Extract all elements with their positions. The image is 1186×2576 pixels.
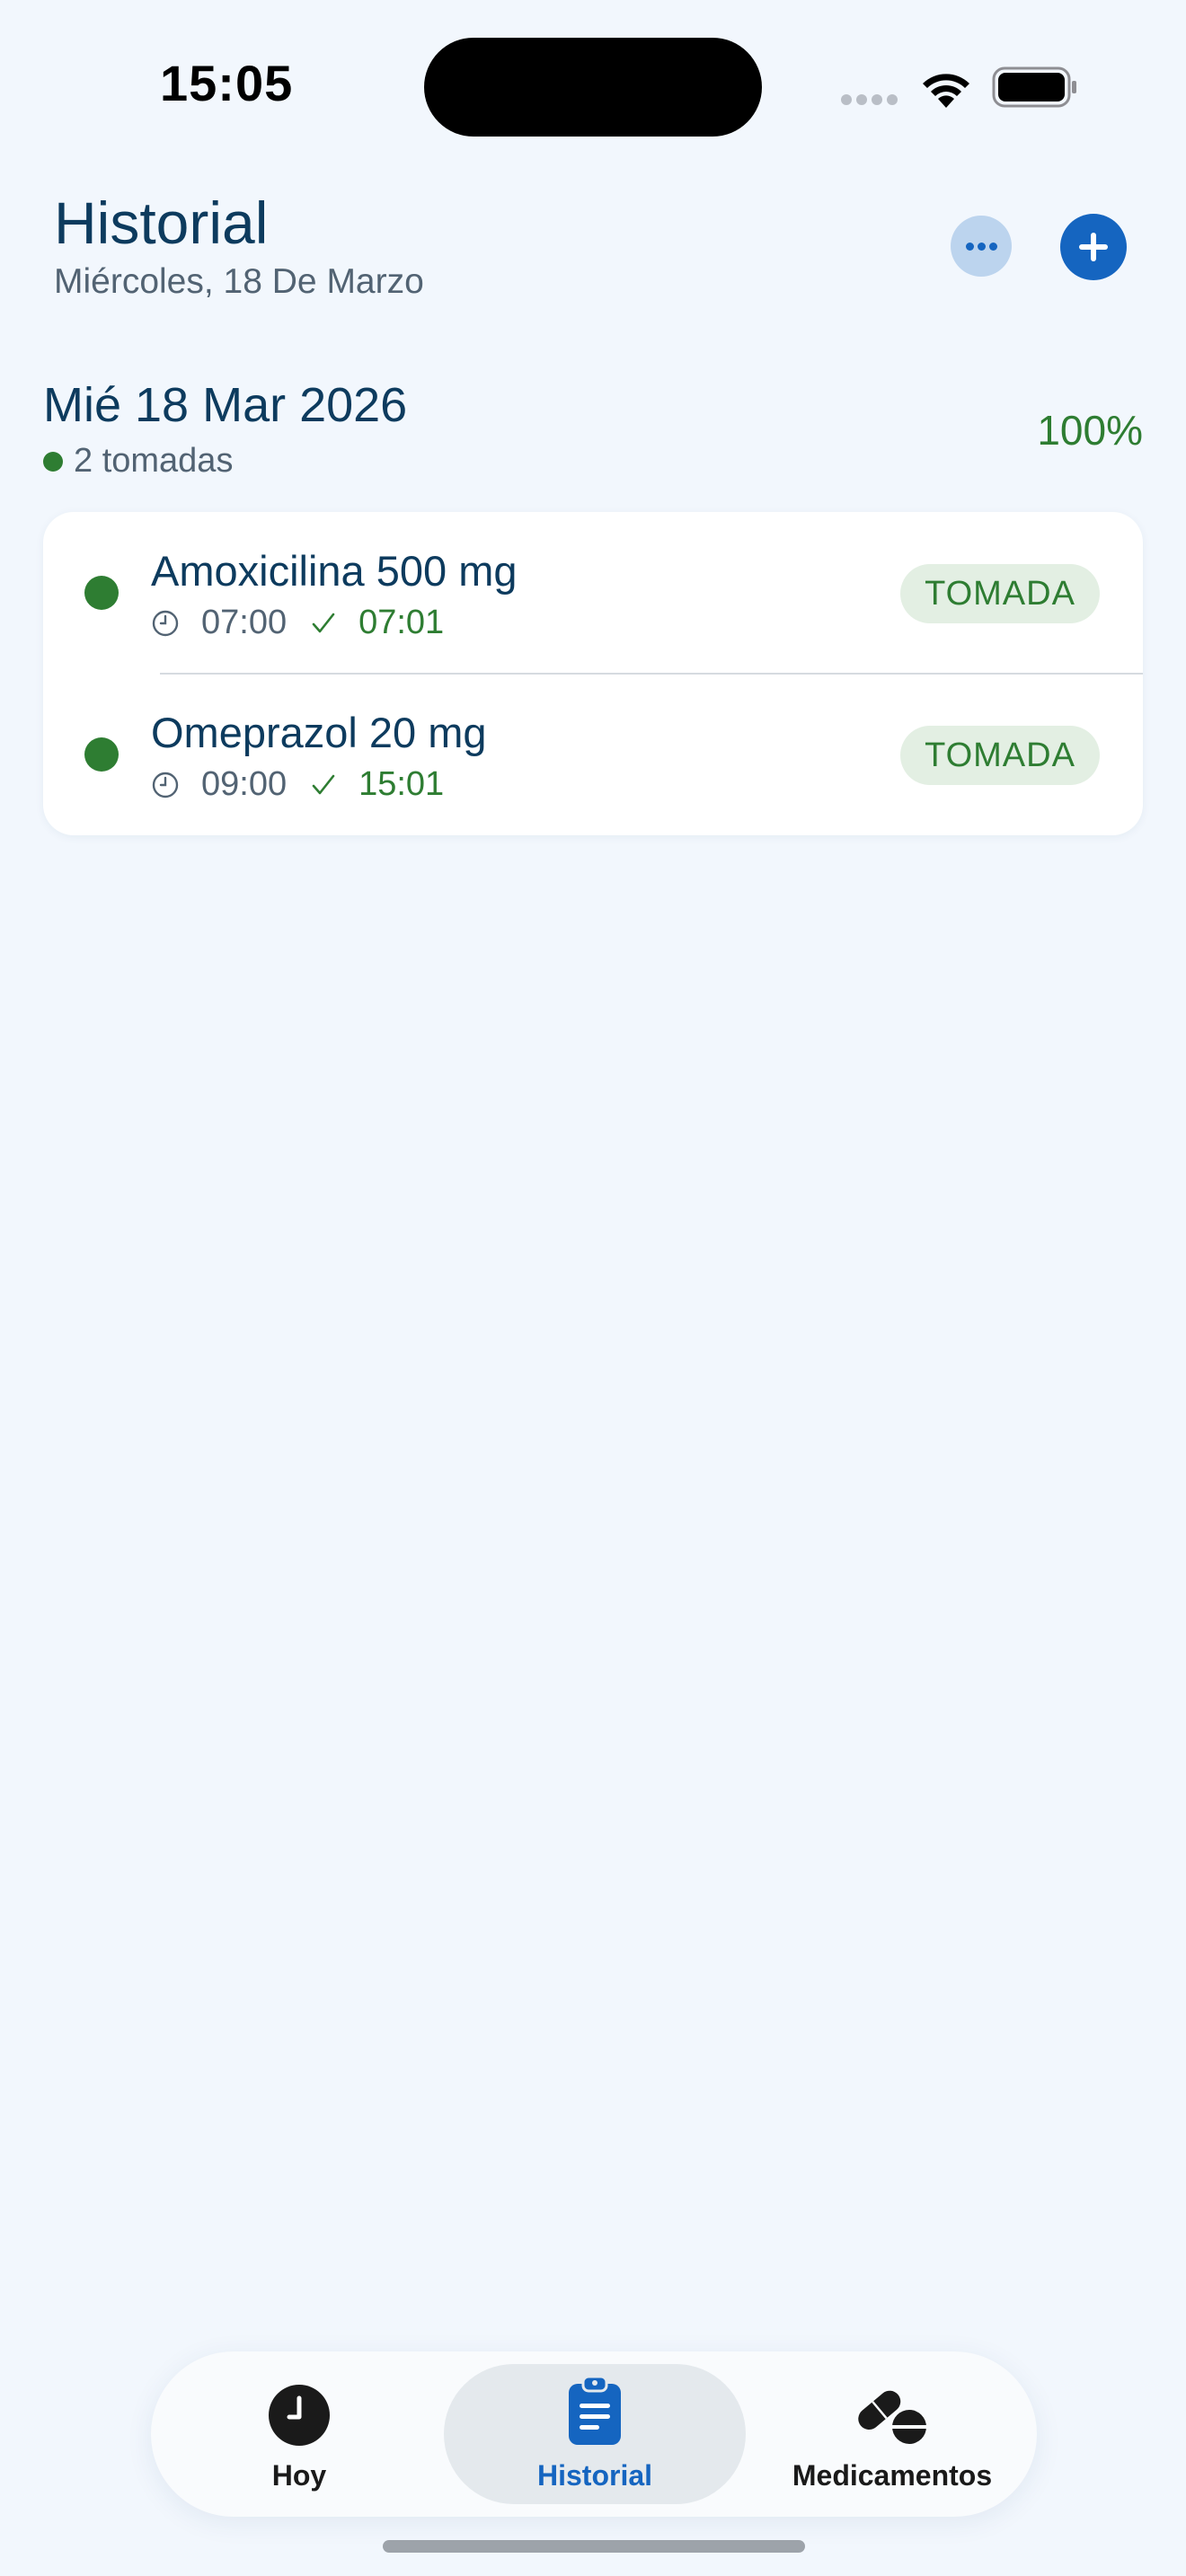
page-title: Historial (54, 190, 269, 256)
clock-icon (269, 2385, 330, 2446)
ellipsis-dot (989, 243, 997, 251)
tab-label: Hoy (271, 2459, 327, 2492)
dose-row[interactable]: Omeprazol 20 mg 09:00 15:01 TOMADA (43, 674, 1143, 835)
add-button[interactable] (1060, 214, 1127, 280)
dynamic-island (424, 38, 762, 137)
status-badge: TOMADA (900, 564, 1100, 623)
dose-row[interactable]: Amoxicilina 500 mg 07:00 07:01 TOMADA (43, 512, 1143, 674)
scheduled-time: 09:00 (201, 765, 288, 803)
dose-name: Amoxicilina 500 mg (151, 547, 518, 595)
taken-time: 07:01 (358, 604, 445, 641)
dose-list-card: Amoxicilina 500 mg 07:00 07:01 TOMADA Om… (43, 512, 1143, 835)
taken-indicator-dot (43, 451, 63, 472)
status-time: 15:05 (160, 55, 294, 111)
pills-icon (858, 2390, 927, 2444)
tab-label: Historial (536, 2459, 653, 2492)
tab-bar: Hoy Historial Medicamentos (151, 2351, 1037, 2517)
status-dot (84, 576, 119, 610)
home-indicator (383, 2540, 805, 2553)
status-badge: TOMADA (900, 726, 1100, 785)
dose-times: 07:00 07:01 (151, 604, 444, 642)
taken-time: 15:01 (358, 765, 445, 803)
tab-historial[interactable]: Historial (444, 2364, 746, 2504)
more-options-button[interactable] (951, 216, 1012, 277)
scheduled-time: 07:00 (201, 604, 288, 641)
ellipsis-icon (966, 243, 974, 251)
clock-icon (152, 772, 179, 798)
wifi-icon (923, 74, 969, 108)
page-subtitle: Miércoles, 18 De Marzo (54, 262, 424, 301)
tab-medicamentos[interactable]: Medicamentos (762, 2364, 1022, 2504)
day-summary-text: 2 tomadas (74, 442, 234, 480)
tab-label: Medicamentos (792, 2459, 993, 2492)
clipboard-icon (569, 2375, 621, 2445)
day-title: Mié 18 Mar 2026 (43, 378, 408, 432)
dose-name: Omeprazol 20 mg (151, 709, 487, 756)
day-summary: 2 tomadas (43, 442, 233, 481)
check-icon (312, 774, 335, 794)
ellipsis-dot (978, 243, 986, 251)
check-icon (312, 613, 335, 632)
battery-icon (992, 66, 1076, 108)
cellular-signal-icon (841, 93, 904, 106)
status-dot (84, 737, 119, 772)
day-percentage: 100% (1037, 407, 1143, 454)
dose-times: 09:00 15:01 (151, 765, 444, 804)
tab-hoy[interactable]: Hoy (169, 2364, 429, 2504)
status-bar: 15:05 (0, 0, 1186, 171)
plus-icon (1079, 233, 1108, 261)
clock-icon (152, 610, 179, 636)
